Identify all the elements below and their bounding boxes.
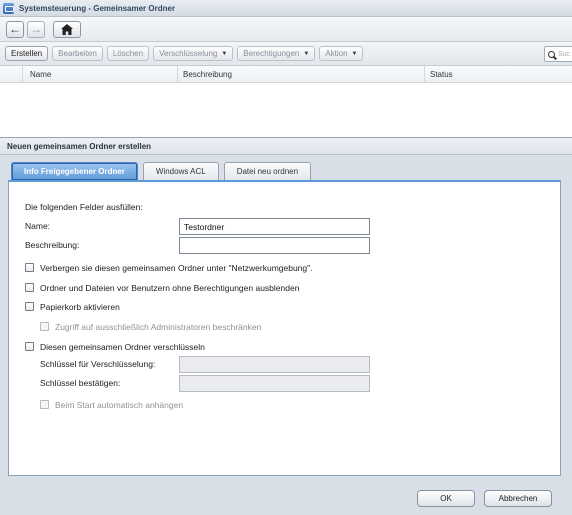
automount-label: Beim Start automatisch anhängen [55,400,184,410]
encryption-key-field[interactable] [179,356,370,373]
name-field[interactable]: Testordner [179,218,370,235]
tab-shared-folder-info[interactable]: Info Freigegebener Ordner [11,162,138,180]
permissions-dropdown[interactable]: Berechtigungen ▼ [237,46,316,61]
navigation-bar: ← → [0,17,572,42]
home-icon [61,23,73,35]
permissions-dropdown-label: Berechtigungen [243,49,300,58]
hide-noperm-checkbox[interactable] [25,283,34,292]
hide-network-label: Verbergen sie diesen gemeinsamen Ordner … [40,263,313,273]
caret-down-icon: ▼ [303,50,310,57]
cancel-button[interactable]: Abbrechen [484,490,552,507]
encryption-key-confirm-field[interactable] [179,375,370,392]
encryption-dropdown-label: Verschlüsselung [159,49,218,58]
automount-checkbox[interactable] [40,400,49,409]
key-label: Schlüssel für Verschlüsselung: [40,359,156,369]
search-input[interactable]: Suc [544,46,572,62]
recycle-admin-checkbox[interactable] [40,322,49,331]
title-bar: Systemsteuerung - Gemeinsamer Ordner [0,0,572,17]
encryption-dropdown[interactable]: Verschlüsselung ▼ [153,46,234,61]
recycle-admin-label: Zugriff auf ausschließlich Administrator… [55,322,262,332]
table-header: Name Beschreibung Status [0,66,572,83]
toolbar: Erstellen Bearbeiten Löschen Verschlüsse… [0,42,572,66]
arrow-right-icon: → [30,22,42,36]
shared-folder-icon [3,2,14,14]
tab-file-reorganize[interactable]: Datei neu ordnen [223,162,312,180]
back-button[interactable]: ← [6,20,24,38]
ok-button[interactable]: OK [417,490,475,507]
caret-down-icon: ▼ [221,50,228,57]
home-button[interactable] [53,20,81,38]
delete-button[interactable]: Löschen [106,46,150,61]
create-button[interactable]: Erstellen [5,46,49,61]
column-separator [22,66,23,83]
arrow-left-icon: ← [9,22,21,36]
edit-button[interactable]: Bearbeiten [52,46,103,61]
search-icon [548,50,555,58]
hide-network-checkbox[interactable] [25,263,34,272]
key-confirm-label: Schlüssel bestätigen: [40,378,121,388]
recycle-bin-checkbox[interactable] [25,302,34,311]
action-dropdown-label: Aktion [325,49,348,58]
column-separator [177,66,178,83]
hide-noperm-label: Ordner und Dateien vor Benutzern ohne Be… [40,283,300,293]
description-field[interactable] [179,237,370,254]
tab-windows-acl[interactable]: Windows ACL [142,162,219,180]
create-shared-folder-dialog: Neuen gemeinsamen Ordner erstellen Info … [0,137,572,515]
column-header-description[interactable]: Beschreibung [183,70,232,79]
dialog-title: Neuen gemeinsamen Ordner erstellen [0,138,572,155]
tab-panel: Die folgenden Felder ausfüllen: Name: Te… [8,180,561,476]
encrypt-checkbox[interactable] [25,342,34,351]
instructions-text: Die folgenden Felder ausfüllen: [25,202,143,212]
window-title: Systemsteuerung - Gemeinsamer Ordner [19,3,176,13]
description-label: Beschreibung: [25,240,80,250]
caret-down-icon: ▼ [351,50,358,57]
encrypt-label: Diesen gemeinsamen Ordner verschlüsseln [40,342,205,352]
action-dropdown[interactable]: Aktion ▼ [319,46,364,61]
search-placeholder: Suc [558,50,571,58]
recycle-bin-label: Papierkorb aktivieren [40,302,120,312]
name-label: Name: [25,221,51,231]
column-header-name[interactable]: Name [30,70,51,79]
dialog-tabs: Info Freigegebener Ordner Windows ACL Da… [11,162,312,180]
column-separator [424,66,425,83]
forward-button[interactable]: → [27,20,45,38]
column-header-status[interactable]: Status [430,70,453,79]
